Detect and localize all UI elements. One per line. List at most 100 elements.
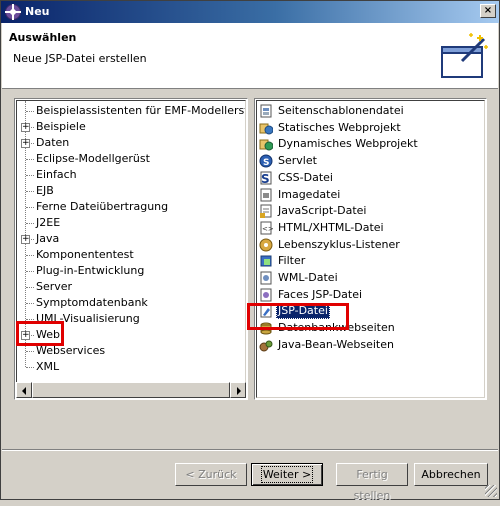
- category-tree-viewport: Beispielassistenten für EMF-Modellerstel…: [16, 100, 246, 398]
- svg-text:S: S: [263, 158, 269, 168]
- close-button[interactable]: ×: [480, 4, 496, 18]
- tree-connector: [26, 191, 34, 192]
- tree-item-label: Einfach: [36, 168, 77, 181]
- tree-item-label: Beispielassistenten für EMF-Modellerstel…: [36, 104, 245, 117]
- cancel-button[interactable]: Abbrechen: [414, 463, 488, 486]
- servlet-icon: S: [259, 154, 273, 168]
- tree-connector: [26, 303, 34, 304]
- tree-item[interactable]: Eclipse-Modellgerüst: [36, 151, 150, 167]
- list-item-label: Java-Bean-Webseiten: [278, 338, 394, 351]
- tree-connector: [26, 207, 34, 208]
- cancel-button-label: Abbrechen: [421, 468, 481, 481]
- next-button-label: Weiter >: [260, 466, 314, 483]
- horizontal-scrollbar[interactable]: [16, 382, 246, 398]
- tree-expand-icon[interactable]: +: [21, 235, 30, 244]
- highlight-web-category: [16, 321, 64, 346]
- tree-item-label: Ferne Dateiübertragung: [36, 200, 169, 213]
- java-bean-web-pages-icon: [259, 340, 273, 352]
- tree-connector: [26, 287, 34, 288]
- css-file-icon: S: [260, 171, 272, 185]
- finish-button[interactable]: Fertig stellen: [336, 463, 408, 502]
- scroll-right-button[interactable]: [230, 382, 246, 398]
- tree-item-label: Plug-in-Entwicklung: [36, 264, 145, 277]
- wizard-window: Neu × Auswählen Neue JSP-Datei erstellen…: [0, 0, 500, 502]
- tree-item[interactable]: J2EE: [36, 215, 60, 231]
- scroll-left-button[interactable]: [16, 382, 32, 398]
- tree-connector: [26, 319, 34, 320]
- arrow-right-icon: [237, 387, 241, 395]
- tree-item[interactable]: Daten: [36, 135, 69, 151]
- tree-item-label: Daten: [36, 136, 70, 149]
- title-bar[interactable]: Neu ×: [1, 1, 499, 23]
- static-web-project-icon: [259, 123, 273, 135]
- tree-item[interactable]: Ferne Dateiübertragung: [36, 199, 168, 215]
- tree-item[interactable]: Symptomdatenbank: [36, 295, 148, 311]
- tree-connector: [26, 255, 34, 256]
- list-item-label: Dynamisches Webprojekt: [278, 137, 418, 150]
- dynamic-web-project-icon: [259, 139, 273, 151]
- wizard-header: Auswählen Neue JSP-Datei erstellen: [2, 23, 498, 89]
- tree-item[interactable]: Server: [36, 279, 72, 295]
- highlight-jsp-file: [247, 303, 349, 330]
- tree-item-label: XML: [36, 360, 60, 373]
- tree-item[interactable]: Java: [36, 231, 59, 247]
- eclipse-app-icon: [5, 4, 21, 20]
- list-item-label: Servlet: [278, 154, 317, 167]
- page-title: Auswählen: [9, 31, 77, 44]
- tree-connector: [26, 351, 34, 352]
- tree-item-label: Eclipse-Modellgerüst: [36, 152, 150, 165]
- javascript-file-icon: [260, 204, 272, 218]
- image-file-icon: [260, 188, 272, 202]
- scrollbar-thumb[interactable]: [32, 382, 230, 398]
- faces-jsp-file-icon: [260, 288, 272, 302]
- tree-item-label: EJB: [36, 184, 54, 197]
- tree-connector: [26, 223, 34, 224]
- new-wizard-icon: [441, 33, 488, 78]
- category-tree[interactable]: Beispielassistenten für EMF-Modellerstel…: [14, 98, 248, 400]
- next-button[interactable]: Weiter >: [251, 463, 323, 486]
- tree-item[interactable]: Einfach: [36, 167, 77, 183]
- tree-connector: [26, 367, 34, 368]
- tree-item-label: J2EE: [36, 216, 61, 229]
- filter-icon: [260, 255, 272, 267]
- tree-connector: [26, 271, 34, 272]
- lifecycle-listener-icon: [259, 238, 273, 252]
- list-item-label: Seitenschablonendatei: [278, 104, 404, 117]
- tree-item[interactable]: Komponententest: [36, 247, 134, 263]
- tree-expand-icon[interactable]: +: [21, 139, 30, 148]
- resize-grip[interactable]: [485, 485, 497, 497]
- finish-button-label: Fertig stellen: [353, 468, 391, 502]
- html-file-icon: <>: [260, 221, 273, 235]
- tree-expand-icon[interactable]: +: [21, 123, 30, 132]
- button-separator: [2, 449, 498, 451]
- tree-item[interactable]: Plug-in-Entwicklung: [36, 263, 144, 279]
- tree-item[interactable]: EJB: [36, 183, 54, 199]
- tree-connector: [26, 159, 34, 160]
- svg-text:<>: <>: [262, 225, 273, 233]
- list-item-label: CSS-Datei: [278, 171, 333, 184]
- arrow-left-icon: [22, 387, 26, 395]
- wizard-list-viewport: Seitenschablonendatei Statisches Webproje…: [256, 100, 485, 398]
- page-description: Neue JSP-Datei erstellen: [13, 52, 147, 65]
- tree-item[interactable]: Beispiele: [36, 119, 86, 135]
- tree-connector: [26, 175, 34, 176]
- wizard-list[interactable]: Seitenschablonendatei Statisches Webproje…: [254, 98, 487, 400]
- back-button-label: < Zurück: [185, 468, 237, 481]
- back-button[interactable]: < Zurück: [175, 463, 247, 486]
- tree-item-label: Beispiele: [36, 120, 86, 133]
- page-template-icon: [260, 104, 272, 118]
- tree-item[interactable]: Beispielassistenten für EMF-Modellerstel…: [36, 103, 245, 119]
- tree-item-label: Server: [36, 280, 73, 293]
- tree-item-label: Java: [36, 232, 60, 245]
- tree-item-label: Symptomdatenbank: [36, 296, 148, 309]
- list-item-label: JavaScript-Datei: [278, 204, 367, 217]
- tree-item[interactable]: XML: [36, 359, 59, 375]
- list-item-label: Lebenszyklus-Listener: [278, 238, 400, 251]
- tree-item-label: Komponententest: [36, 248, 134, 261]
- list-item-label: Faces JSP-Datei: [278, 288, 363, 301]
- svg-text:S: S: [261, 172, 270, 185]
- list-item-label: WML-Datei: [278, 271, 338, 284]
- list-item-label: Statisches Webprojekt: [278, 121, 401, 134]
- list-item-label: Imagedatei: [278, 188, 341, 201]
- tree-connector: [26, 111, 34, 112]
